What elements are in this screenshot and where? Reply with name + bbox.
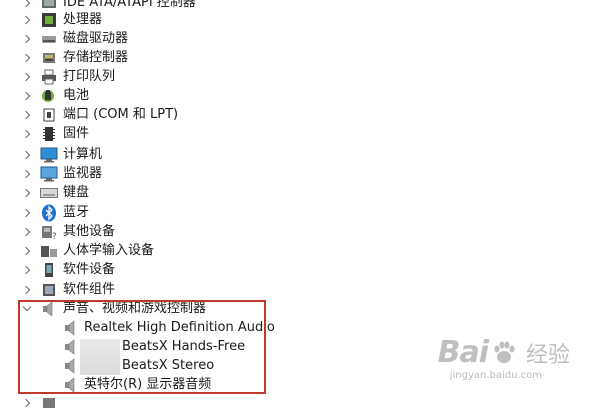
tree-item-label: 人体学输入设备: [63, 243, 155, 258]
storage-controller-icon: [40, 49, 58, 67]
watermark-url: jingyan.baidu.com: [449, 370, 542, 381]
bluetooth-icon: [40, 204, 58, 222]
software-device-icon: [40, 261, 58, 279]
hid-icon: [40, 242, 58, 260]
device-icon: [40, 394, 58, 412]
processor-icon: [40, 11, 58, 29]
speaker-icon: [62, 376, 80, 394]
tree-item-label: 固件: [63, 126, 90, 141]
chevron-right-icon[interactable]: [22, 145, 32, 164]
tree-item-label: 存储控制器: [63, 50, 129, 65]
chevron-right-icon[interactable]: [22, 164, 32, 183]
chevron-down-icon[interactable]: [22, 299, 32, 318]
tree-item-label: 电池: [63, 88, 90, 103]
watermark-brand-a: Bai: [437, 335, 489, 370]
tree-item-label: 其他设备: [63, 224, 116, 239]
chevron-right-icon[interactable]: [22, 67, 32, 86]
tree-item-label: 打印队列: [63, 69, 116, 84]
tree-item-label: 声音、视频和游戏控制器: [63, 301, 207, 316]
tree-item-label: 软件设备: [63, 262, 116, 277]
port-icon: [40, 106, 58, 124]
tree-item-label: BeatsX Stereo: [122, 358, 215, 373]
chevron-right-icon[interactable]: [22, 241, 32, 260]
computer-icon: [40, 146, 58, 164]
tree-item-label: 处理器: [63, 12, 103, 27]
battery-icon: [40, 87, 58, 105]
tree-item-label: BeatsX Hands-Free: [122, 339, 246, 354]
tree-item-label: Realtek High Definition Audio: [84, 320, 275, 335]
tree-item-label: 计算机: [63, 147, 103, 162]
chevron-right-icon[interactable]: [22, 203, 32, 222]
keyboard-icon: [40, 184, 58, 202]
watermark-brand-text: 经验: [525, 342, 570, 368]
baidu-watermark: Bai 经验: [438, 335, 570, 370]
chevron-right-icon[interactable]: [22, 280, 32, 299]
speaker-icon: [62, 357, 80, 375]
svg-text:?: ?: [52, 232, 57, 240]
speaker-icon: [62, 338, 80, 356]
chevron-right-icon[interactable]: [22, 10, 32, 29]
chevron-right-icon: [22, 393, 32, 412]
tree-item-label: 英特尔(R) 显示器音频: [84, 377, 212, 392]
other-devices-icon: ?: [40, 223, 58, 241]
tree-item-label: 蓝牙: [63, 205, 90, 220]
tree-item-label: 监视器: [63, 166, 103, 181]
chevron-right-icon[interactable]: [22, 86, 32, 105]
printer-icon: [40, 68, 58, 86]
disk-drive-icon: [40, 30, 58, 48]
tree-item-label: 键盘: [63, 185, 90, 200]
tree-item-label: 软件组件: [63, 282, 116, 297]
chevron-right-icon[interactable]: [22, 124, 32, 143]
software-component-icon: [40, 281, 58, 299]
chevron-right-icon[interactable]: [22, 222, 32, 241]
speaker-icon: [62, 319, 80, 337]
chevron-right-icon[interactable]: [22, 48, 32, 67]
firmware-icon: [40, 125, 58, 143]
tree-item-label: 端口 (COM 和 LPT): [63, 107, 179, 122]
chevron-right-icon[interactable]: [22, 183, 32, 202]
monitor-icon: [40, 165, 58, 183]
chevron-right-icon[interactable]: [22, 260, 32, 279]
tree-item-label: 磁盘驱动器: [63, 31, 129, 46]
redaction-blur: [80, 339, 120, 375]
chevron-right-icon[interactable]: [22, 29, 32, 48]
speaker-icon: [40, 300, 58, 318]
paw-icon: [494, 341, 515, 363]
chevron-right-icon[interactable]: [22, 105, 32, 124]
